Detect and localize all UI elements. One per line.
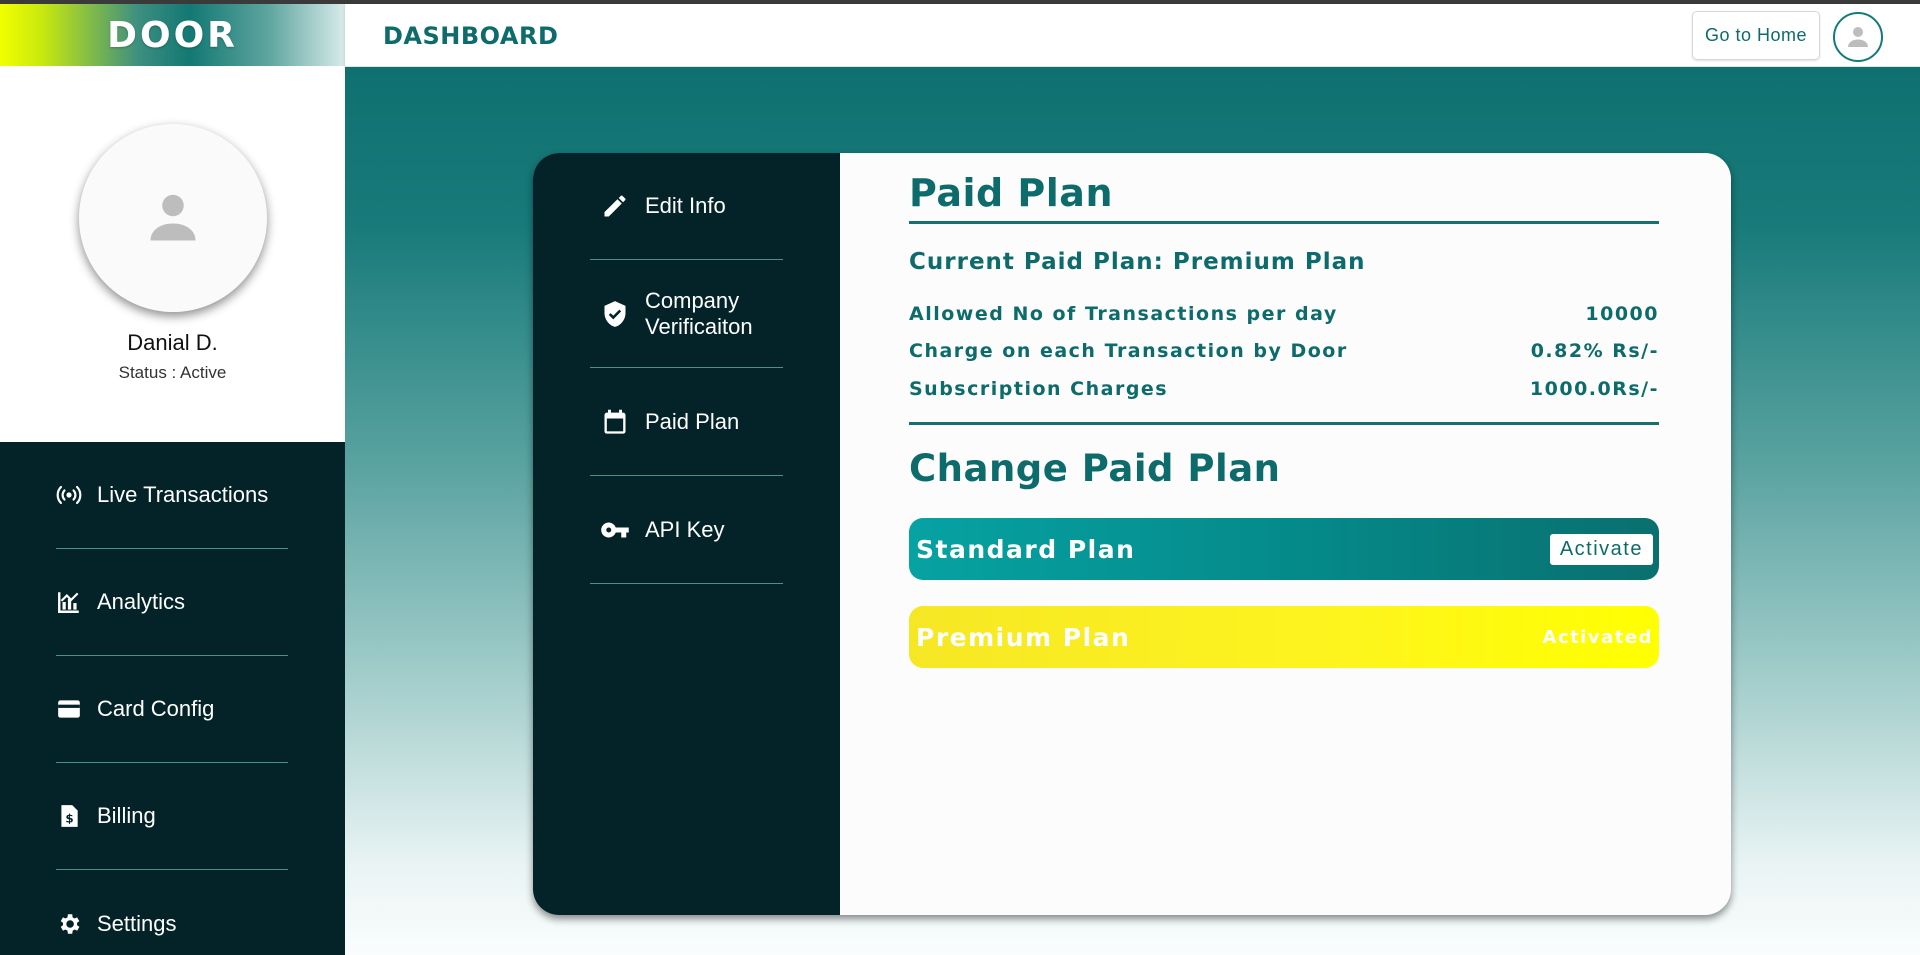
sidebar-item-label: Settings — [97, 910, 177, 936]
sidebar-nav: Live Transactions Analytics Card Config … — [0, 442, 345, 955]
sidebar-item-card-config[interactable]: Card Config — [56, 656, 288, 763]
settings-item-label: Paid Plan — [645, 408, 740, 434]
activate-standard-button[interactable]: Activate — [1549, 533, 1653, 565]
user-placeholder-icon — [150, 194, 196, 241]
detail-value: 1000.0Rs/- — [1529, 378, 1659, 400]
detail-label: Allowed No of Transactions per day — [909, 303, 1338, 325]
sidebar-item-analytics[interactable]: Analytics — [56, 549, 288, 656]
card-icon — [56, 696, 82, 722]
broadcast-icon — [56, 482, 82, 508]
settings-nav: Edit Info Company Verificaiton Paid Plan… — [533, 153, 840, 915]
standard-plan-row: Standard Plan Activate — [909, 518, 1659, 580]
settings-item-label: API Key — [645, 516, 725, 542]
billing-icon: $ — [56, 803, 82, 829]
sidebar-item-label: Analytics — [97, 589, 186, 614]
settings-item-api-key[interactable]: API Key — [590, 476, 783, 584]
profile-panel: Danial D. Status : Active — [0, 66, 345, 442]
detail-label: Charge on each Transaction by Door — [909, 340, 1348, 362]
go-to-home-button[interactable]: Go to Home — [1692, 11, 1820, 60]
sidebar-item-label: Live Transactions — [97, 482, 269, 507]
settings-item-label: Company Verificaiton — [645, 287, 753, 339]
paid-plan-heading: Paid Plan — [909, 171, 1113, 215]
detail-value: 0.82% Rs/- — [1530, 340, 1659, 362]
settings-item-edit-info[interactable]: Edit Info — [590, 153, 783, 260]
sidebar-item-label: Card Config — [97, 696, 215, 721]
change-plan-heading: Change Paid Plan — [909, 447, 1281, 490]
settings-card: Edit Info Company Verificaiton Paid Plan… — [533, 153, 1731, 915]
plan-detail-row: Allowed No of Transactions per day 10000 — [909, 303, 1659, 325]
calendar-icon — [600, 407, 630, 437]
sidebar-item-label: Billing — [97, 803, 156, 828]
sidebar: DOOR Danial D. Status : Active Live Tran… — [0, 4, 345, 955]
main-area: Edit Info Company Verificaiton Paid Plan… — [345, 67, 1920, 955]
sidebar-item-settings[interactable]: Settings — [56, 870, 288, 955]
plan-detail-row: Subscription Charges 1000.0Rs/- — [909, 378, 1659, 400]
user-menu-button[interactable] — [1833, 12, 1883, 62]
profile-name: Danial D. — [127, 330, 218, 355]
current-plan-label: Current Paid Plan: Premium Plan — [909, 249, 1366, 275]
top-bar: DASHBOARD Go to Home — [345, 4, 1920, 67]
plan-name: Standard Plan — [916, 534, 1136, 564]
profile-avatar — [79, 124, 267, 312]
plan-name: Premium Plan — [916, 622, 1131, 652]
divider — [909, 221, 1659, 224]
key-icon — [600, 515, 630, 545]
sidebar-item-live-transactions[interactable]: Live Transactions — [56, 442, 288, 549]
settings-item-paid-plan[interactable]: Paid Plan — [590, 368, 783, 476]
svg-text:$: $ — [65, 812, 73, 826]
detail-label: Subscription Charges — [909, 378, 1169, 400]
gear-icon — [56, 911, 82, 937]
detail-value: 10000 — [1585, 303, 1659, 325]
settings-item-label: Edit Info — [645, 193, 726, 218]
divider — [909, 422, 1659, 425]
sidebar-item-billing[interactable]: $ Billing — [56, 763, 288, 870]
brand-logo[interactable]: DOOR — [0, 4, 345, 66]
profile-status: Status : Active — [118, 363, 227, 382]
shield-check-icon — [600, 299, 630, 329]
pencil-icon — [600, 191, 630, 221]
premium-plan-row: Premium Plan Activated — [909, 606, 1659, 668]
page-title: DASHBOARD — [383, 22, 559, 50]
user-icon — [1848, 27, 1868, 47]
activated-status: Activated — [1542, 626, 1653, 648]
settings-item-company-verification[interactable]: Company Verificaiton — [590, 260, 783, 368]
brand-name: DOOR — [107, 14, 238, 56]
analytics-icon — [56, 589, 82, 615]
plan-detail-row: Charge on each Transaction by Door 0.82%… — [909, 340, 1659, 362]
